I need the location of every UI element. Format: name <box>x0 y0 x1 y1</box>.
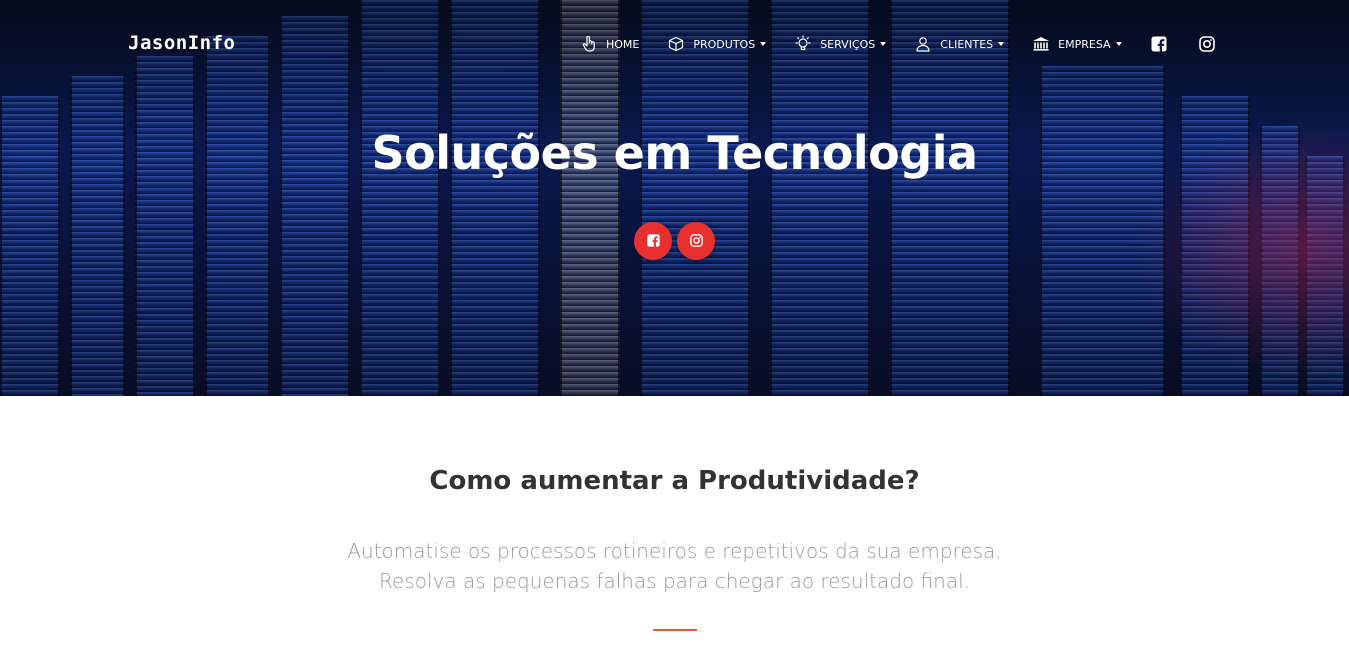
section-text-line: Resolva as pequenas falhas para chegar a… <box>379 569 970 593</box>
nav-item-produtos[interactable]: PRODUTOS <box>667 35 767 53</box>
chevron-down-icon <box>760 42 767 46</box>
section-text-line: Automatise os processos rotineiros e rep… <box>347 539 1002 563</box>
instagram-icon[interactable] <box>1198 35 1216 53</box>
section-text: Automatise os processos rotineiros e rep… <box>0 536 1349 596</box>
facebook-icon[interactable] <box>1150 35 1168 53</box>
nav-item-label: EMPRESA <box>1058 37 1111 51</box>
nav-item-servicos[interactable]: SERVIÇOS <box>794 35 887 53</box>
instagram-icon <box>689 232 703 251</box>
main-nav: HOME PRODUTOS SERVIÇOS CLIENTES EMPRESA <box>580 30 1246 58</box>
chevron-down-icon <box>998 42 1005 46</box>
nav-item-label: SERVIÇOS <box>820 37 876 51</box>
instagram-button[interactable] <box>677 222 715 260</box>
nav-item-clientes[interactable]: CLIENTES <box>914 35 1005 53</box>
facebook-icon <box>646 232 660 251</box>
hero-overlay <box>0 0 1349 396</box>
hero-title: Soluções em Tecnologia <box>371 126 978 180</box>
user-icon <box>914 35 932 53</box>
nav-item-label: HOME <box>606 37 640 51</box>
nav-item-empresa[interactable]: EMPRESA <box>1032 35 1122 53</box>
section-divider <box>653 629 697 631</box>
hero-social-buttons <box>634 222 720 260</box>
box-icon <box>667 35 685 53</box>
bank-icon <box>1032 35 1050 53</box>
nav-item-label: PRODUTOS <box>693 37 756 51</box>
hand-pointer-icon <box>580 35 598 53</box>
chevron-down-icon <box>880 42 887 46</box>
nav-item-home[interactable]: HOME <box>580 35 639 53</box>
hero-background <box>0 0 1349 396</box>
lightbulb-icon <box>794 35 812 53</box>
chevron-down-icon <box>1115 42 1122 46</box>
facebook-button[interactable] <box>634 222 672 260</box>
brand-logo[interactable]: JasonInfo <box>128 32 235 54</box>
section-heading: Como aumentar a Produtividade? <box>429 466 920 496</box>
nav-item-label: CLIENTES <box>940 37 994 51</box>
